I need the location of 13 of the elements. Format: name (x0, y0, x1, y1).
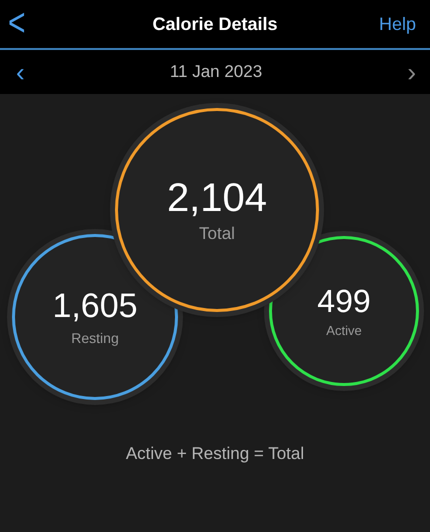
equation-text: Active + Resting = Total (124, 444, 306, 464)
calorie-value: 499 (317, 284, 371, 320)
previous-day-button[interactable]: ‹ (16, 56, 25, 88)
next-day-button[interactable]: › (407, 56, 416, 88)
calorie-value: 1,605 (52, 288, 138, 326)
date-label: 11 Jan 2023 (170, 62, 262, 82)
calorie-label: Resting (71, 330, 119, 346)
screen-title: Calorie Details (152, 14, 278, 34)
help-button[interactable]: Help (378, 14, 416, 34)
calorie-value: 2,104 (166, 176, 268, 220)
back-button[interactable]: < (8, 2, 26, 46)
calorie-label: Active (326, 323, 362, 338)
calorie-label: Total (199, 224, 235, 244)
